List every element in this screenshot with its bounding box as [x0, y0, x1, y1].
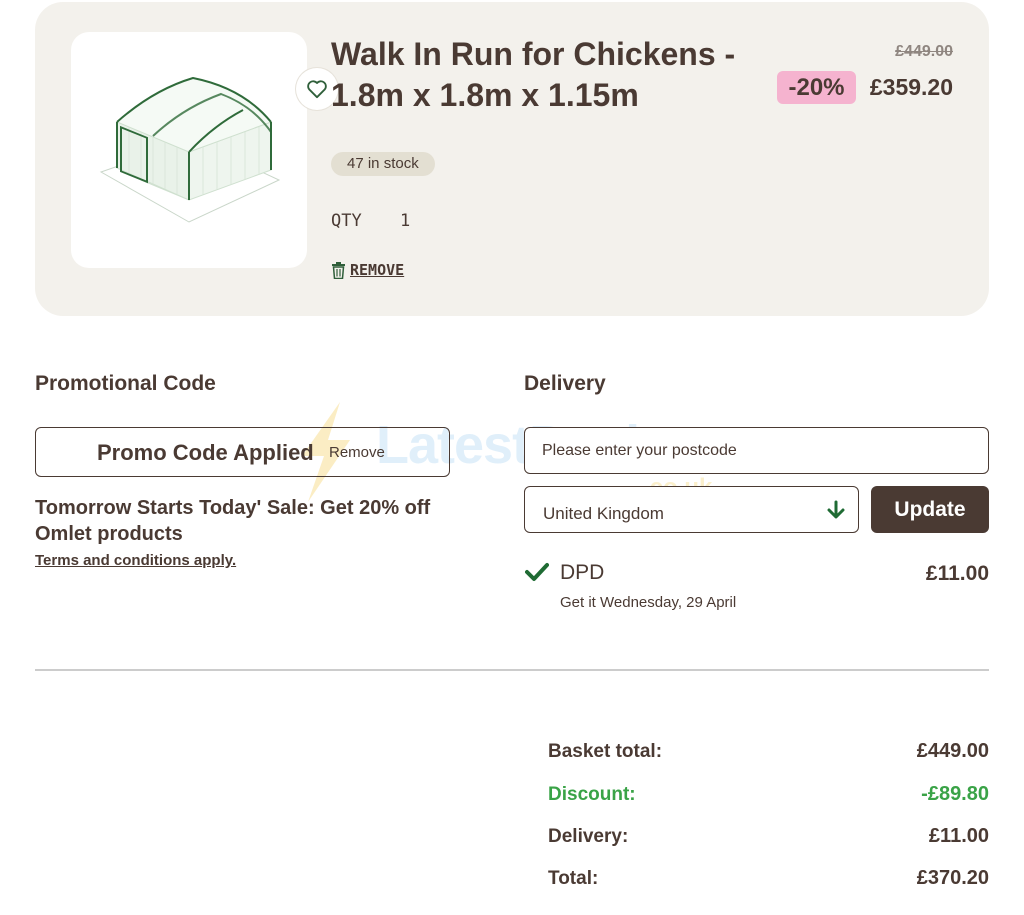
order-total-label: Total: [548, 868, 599, 889]
remove-item-button[interactable]: REMOVE [331, 261, 404, 279]
product-thumbnail[interactable] [71, 32, 338, 268]
discount-badge: -20% [777, 71, 856, 104]
trash-icon [332, 261, 345, 279]
promo-remove-button[interactable]: Remove [329, 444, 385, 461]
product-title[interactable]: Walk In Run for Chickens - 1.8m x 1.8m x… [331, 34, 771, 116]
postcode-input[interactable] [524, 427, 989, 474]
promo-sale-text: Tomorrow Starts Today' Sale: Get 20% off… [35, 497, 431, 545]
original-price: £449.00 [895, 43, 953, 60]
delivery-method: DPD [560, 561, 605, 584]
qty-label: QTY [331, 211, 362, 231]
terms-link[interactable]: Terms and conditions apply. [35, 552, 236, 569]
divider [35, 669, 989, 671]
delivery-total-label: Delivery: [548, 826, 629, 847]
promo-heading: Promotional Code [35, 372, 216, 395]
delivery-heading: Delivery [524, 372, 606, 395]
sale-price: £359.20 [869, 74, 953, 100]
heart-icon [307, 80, 327, 99]
discount-label: Discount: [548, 784, 636, 805]
basket-total-value: £449.00 [916, 740, 989, 762]
delivery-price: £11.00 [925, 562, 989, 585]
discount-value: -£89.80 [921, 783, 989, 805]
basket-item-card: Walk In Run for Chickens - 1.8m x 1.8m x… [35, 2, 989, 316]
delivery-total-value: £11.00 [928, 825, 989, 847]
update-button[interactable]: Update [871, 486, 989, 533]
product-image [99, 76, 281, 223]
qty-value[interactable]: 1 [400, 211, 410, 231]
stock-badge: 47 in stock [331, 152, 435, 176]
promo-applied-text: Promo Code Applied [97, 440, 314, 465]
remove-label: REMOVE [350, 261, 405, 279]
order-total-value: £370.20 [916, 867, 989, 889]
basket-total-label: Basket total: [548, 741, 663, 762]
promo-code-box: Promo Code Applied Remove [35, 427, 450, 477]
delivery-date: Get it Wednesday, 29 April [560, 594, 737, 611]
country-value: United Kingdom [543, 504, 664, 523]
country-select[interactable]: United Kingdom [524, 486, 859, 533]
check-icon [525, 563, 549, 581]
arrow-down-icon [827, 500, 845, 519]
